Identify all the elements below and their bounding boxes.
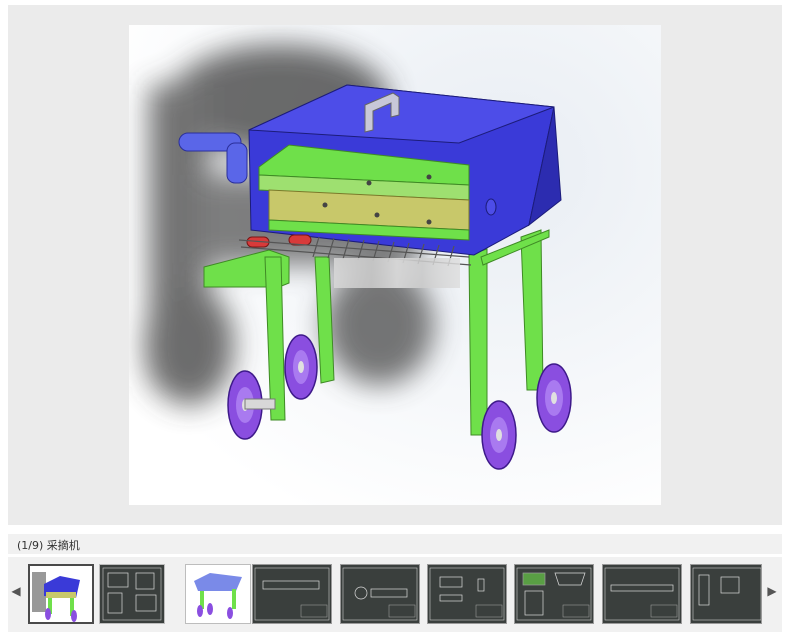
thumbnail-7[interactable]	[514, 564, 594, 624]
thumbnail-drawing-icon	[692, 567, 761, 621]
prev-arrow-icon[interactable]: ◀	[10, 581, 22, 601]
thumbnail-6[interactable]	[427, 564, 507, 624]
thumbnail-3[interactable]	[185, 564, 251, 624]
thumbnail-2[interactable]	[99, 564, 165, 624]
thumbnail-9[interactable]	[690, 564, 762, 624]
main-product-image[interactable]	[129, 25, 661, 505]
thumbnail-strip: ◀ ▶	[8, 557, 782, 632]
thumbnail-drawing-icon	[100, 565, 164, 623]
image-caption: (1/9) 采摘机	[17, 539, 80, 552]
thumbnail-5[interactable]	[340, 564, 420, 624]
thumbnail-drawing-icon	[516, 567, 592, 621]
blurred-watermark	[334, 258, 460, 288]
thumbnail-drawing-icon	[254, 567, 330, 621]
image-caption-bar: (1/9) 采摘机	[8, 534, 782, 554]
thumbnail-1[interactable]	[28, 564, 94, 624]
thumbnail-render-icon	[186, 565, 250, 623]
thumbnail-drawing-icon	[429, 567, 505, 621]
thumbnail-4[interactable]	[252, 564, 332, 624]
image-viewer	[8, 5, 782, 525]
thumbnail-drawing-icon	[604, 567, 680, 621]
thumbnail-render-icon	[30, 566, 92, 622]
thumbnail-8[interactable]	[602, 564, 682, 624]
next-arrow-icon[interactable]: ▶	[766, 581, 778, 601]
thumbnail-drawing-icon	[342, 567, 418, 621]
